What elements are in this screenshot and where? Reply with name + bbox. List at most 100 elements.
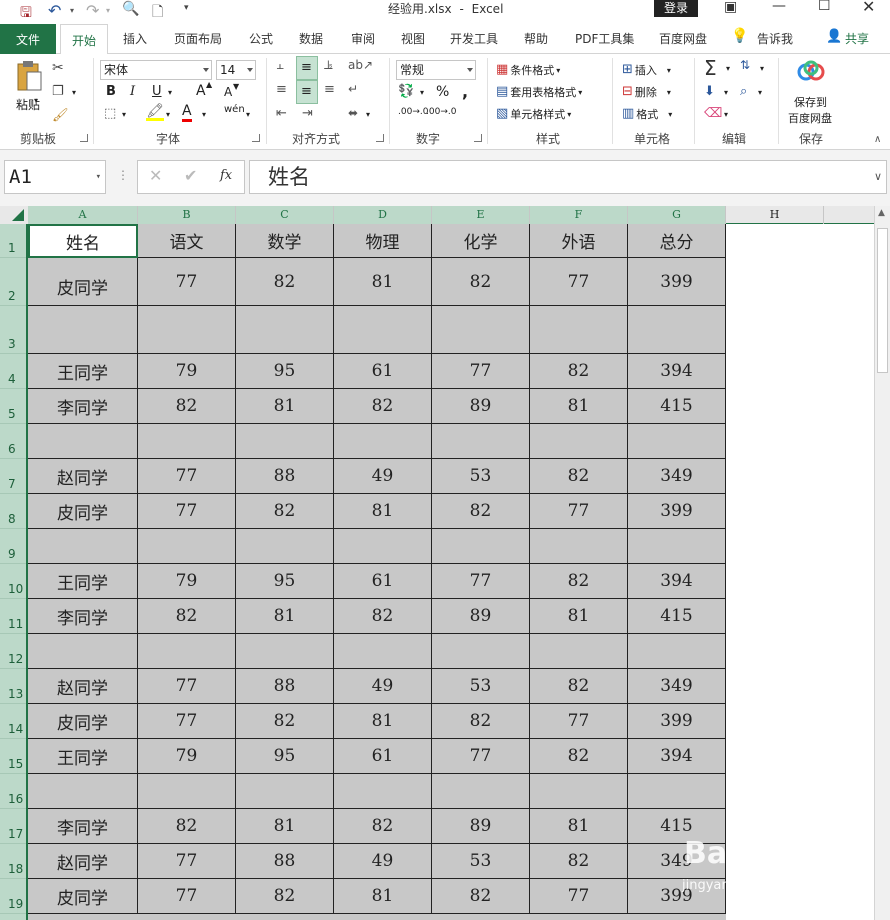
table-cell[interactable] — [432, 306, 530, 354]
border-icon[interactable]: ⬚ — [104, 106, 116, 121]
table-cell[interactable] — [138, 424, 236, 459]
table-cell[interactable]: 李同学 — [28, 599, 138, 634]
align-center-button[interactable]: ≡ — [296, 80, 318, 104]
shrink-font-button[interactable]: A — [224, 85, 232, 99]
row-header[interactable]: 14 — [0, 704, 26, 739]
column-header[interactable]: E — [432, 206, 530, 224]
table-cell[interactable]: 49 — [334, 669, 432, 704]
fill-dropdown-icon[interactable]: ▾ — [166, 110, 170, 119]
table-cell[interactable]: 77 — [138, 844, 236, 879]
sort-filter-icon[interactable]: ⇅ — [740, 58, 750, 72]
table-cell[interactable]: 89 — [432, 809, 530, 844]
sort-dropdown-icon[interactable]: ▾ — [760, 64, 764, 73]
table-cell[interactable]: 53 — [432, 844, 530, 879]
table-cell[interactable]: 81 — [530, 599, 628, 634]
table-cell[interactable]: 81 — [236, 809, 334, 844]
merge-center-icon[interactable]: ⬌ — [348, 106, 358, 120]
grow-font-button[interactable]: A — [196, 83, 206, 99]
baidu-netdisk-icon[interactable] — [796, 60, 828, 84]
table-cell[interactable] — [628, 634, 726, 669]
table-cell[interactable]: 77 — [530, 879, 628, 914]
header-cell[interactable]: 姓名 — [28, 224, 138, 258]
decrease-decimal-button[interactable]: .00→.0 — [426, 108, 456, 117]
table-cell[interactable] — [138, 306, 236, 354]
table-cell[interactable]: 77 — [138, 494, 236, 529]
table-cell[interactable]: 88 — [236, 459, 334, 494]
tab-developer[interactable]: 开发工具 — [450, 30, 498, 47]
table-cell[interactable]: 81 — [334, 494, 432, 529]
table-cell[interactable]: 82 — [432, 494, 530, 529]
row-header[interactable]: 16 — [0, 774, 26, 809]
percent-button[interactable]: % — [436, 84, 449, 100]
table-cell[interactable]: 82 — [334, 809, 432, 844]
table-cell[interactable]: 53 — [432, 669, 530, 704]
align-middle-button[interactable]: ≡ — [296, 56, 318, 80]
tab-insert[interactable]: 插入 — [123, 30, 147, 47]
table-cell[interactable]: 赵同学 — [28, 459, 138, 494]
table-cell[interactable]: 82 — [530, 459, 628, 494]
table-cell[interactable] — [236, 424, 334, 459]
table-cell[interactable]: 61 — [334, 739, 432, 774]
phonetic-button[interactable]: wén — [224, 104, 245, 115]
column-header[interactable]: C — [236, 206, 334, 224]
table-cell[interactable]: 82 — [236, 494, 334, 529]
tab-formulas[interactable]: 公式 — [249, 30, 273, 47]
wrap-text-icon[interactable]: ↵ — [348, 82, 358, 96]
table-cell[interactable] — [530, 634, 628, 669]
table-cell[interactable] — [530, 306, 628, 354]
vertical-scrollbar[interactable]: ▲ — [874, 206, 890, 920]
table-cell[interactable]: 82 — [530, 354, 628, 389]
table-cell[interactable]: 王同学 — [28, 564, 138, 599]
table-cell[interactable]: 82 — [530, 669, 628, 704]
table-cell[interactable]: 77 — [530, 494, 628, 529]
conditional-format-button[interactable]: ▦ 条件格式 ▾ — [496, 62, 560, 78]
table-cell[interactable]: 81 — [530, 809, 628, 844]
table-cell[interactable]: 82 — [236, 258, 334, 306]
table-cell[interactable]: 王同学 — [28, 354, 138, 389]
select-all-button[interactable] — [0, 206, 28, 224]
cell-styles-button[interactable]: ▧ 单元格样式 ▾ — [496, 106, 571, 122]
row-header[interactable]: 12 — [0, 634, 26, 669]
table-cell[interactable]: 61 — [334, 564, 432, 599]
column-header[interactable]: B — [138, 206, 236, 224]
table-cell[interactable] — [530, 529, 628, 564]
autosum-dropdown-icon[interactable]: ▾ — [726, 64, 730, 73]
align-left-icon[interactable]: ≡ — [276, 82, 287, 97]
table-cell[interactable]: 李同学 — [28, 389, 138, 424]
table-cell[interactable]: 77 — [138, 669, 236, 704]
border-dropdown-icon[interactable]: ▾ — [122, 110, 126, 119]
tab-data[interactable]: 数据 — [299, 30, 323, 47]
table-cell[interactable]: 82 — [432, 704, 530, 739]
table-cell[interactable]: 82 — [530, 739, 628, 774]
header-cell[interactable]: 总分 — [628, 224, 726, 258]
table-cell[interactable]: 349 — [628, 459, 726, 494]
table-cell[interactable]: 77 — [530, 258, 628, 306]
table-cell[interactable]: 77 — [138, 704, 236, 739]
table-cell[interactable]: 皮同学 — [28, 704, 138, 739]
table-cell[interactable]: 394 — [628, 354, 726, 389]
table-cell[interactable]: 77 — [432, 354, 530, 389]
alignment-launcher-icon[interactable] — [376, 134, 384, 142]
phonetic-dropdown-icon[interactable]: ▾ — [246, 110, 250, 119]
table-cell[interactable]: 349 — [628, 669, 726, 704]
row-header[interactable]: 13 — [0, 669, 26, 704]
column-header[interactable]: G — [628, 206, 726, 224]
redo-dropdown-icon[interactable]: ▾ — [106, 6, 110, 15]
comma-button[interactable]: , — [462, 82, 468, 101]
maximize-icon[interactable]: ☐ — [818, 0, 831, 14]
undo-dropdown-icon[interactable]: ▾ — [70, 6, 74, 15]
table-cell[interactable]: 79 — [138, 739, 236, 774]
print-preview-icon[interactable]: 🔍 — [122, 1, 139, 17]
table-cell[interactable]: 88 — [236, 844, 334, 879]
tell-me-search[interactable]: 告诉我 — [757, 30, 793, 47]
table-cell[interactable]: 81 — [236, 599, 334, 634]
table-cell[interactable] — [28, 774, 138, 809]
table-cell[interactable] — [138, 634, 236, 669]
header-cell[interactable]: 物理 — [334, 224, 432, 258]
row-header[interactable]: 9 — [0, 529, 26, 564]
format-cells-button[interactable]: ▥ 格式 ▾ — [622, 106, 672, 122]
table-cell[interactable] — [236, 529, 334, 564]
number-format-select[interactable]: 常规 — [396, 60, 476, 80]
tab-help[interactable]: 帮助 — [524, 30, 548, 47]
table-cell[interactable] — [628, 529, 726, 564]
